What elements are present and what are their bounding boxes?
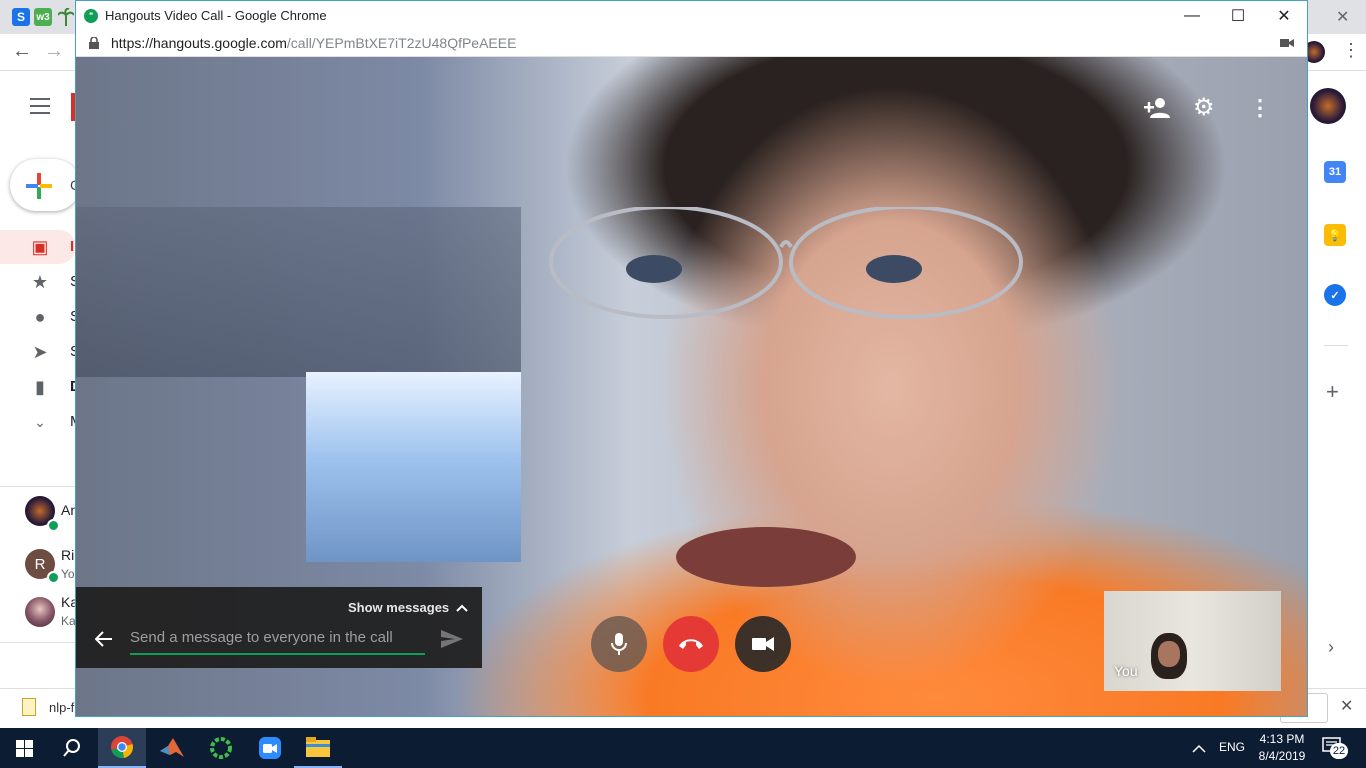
- message-input[interactable]: Send a message to everyone in the call: [130, 627, 425, 655]
- search-icon[interactable]: [48, 728, 96, 768]
- more-chevron-icon[interactable]: ⌄: [28, 410, 52, 434]
- chrome-taskbar-icon[interactable]: [98, 728, 146, 768]
- divider: [0, 642, 76, 643]
- star-icon[interactable]: ★: [28, 270, 52, 294]
- settings-gear-icon[interactable]: ⚙: [1193, 93, 1215, 122]
- toggle-camera-button[interactable]: [735, 616, 791, 672]
- back-arrow-icon[interactable]: [95, 631, 113, 647]
- remote-video-feed: ⚙ ⋮ Show messages Send a message to ever…: [76, 57, 1307, 716]
- compose-plus-icon: [26, 173, 52, 199]
- hang-up-phone-icon: [679, 639, 703, 649]
- chevron-up-icon: [456, 604, 468, 612]
- close-window-icon[interactable]: ✕: [1336, 7, 1349, 27]
- avatar[interactable]: [25, 597, 55, 627]
- palm-tree-icon[interactable]: [57, 7, 75, 26]
- video-camera-icon: [752, 637, 774, 651]
- loading-ring-icon[interactable]: [197, 728, 245, 768]
- glasses: [516, 205, 1086, 342]
- window-title: Hangouts Video Call - Google Chrome: [105, 8, 327, 23]
- show-messages-button[interactable]: Show messages: [348, 600, 468, 615]
- system-tray-chevron-icon[interactable]: [1192, 740, 1206, 758]
- clock-date: 8/4/2019: [1258, 749, 1306, 763]
- notification-count-badge: 22: [1330, 743, 1348, 759]
- clock-icon[interactable]: ●: [28, 305, 52, 329]
- message-panel: Show messages Send a message to everyone…: [76, 587, 482, 668]
- self-view-label: You: [1114, 663, 1138, 679]
- background-cabinet: [76, 207, 521, 377]
- zoom-icon[interactable]: [246, 728, 294, 768]
- close-icon[interactable]: ✕: [1261, 1, 1307, 30]
- chevron-right-icon[interactable]: ›: [1328, 637, 1334, 658]
- online-dot: [47, 571, 60, 584]
- matlab-icon[interactable]: [148, 728, 196, 768]
- add-person-icon[interactable]: [1144, 97, 1170, 119]
- close-download-bar-icon[interactable]: ✕: [1340, 696, 1353, 716]
- contact-status: Yo: [61, 567, 75, 581]
- notifications-icon[interactable]: 22: [1322, 737, 1348, 760]
- hang-up-button[interactable]: [663, 616, 719, 672]
- account-avatar[interactable]: [1310, 88, 1346, 124]
- taskbar: ENG 4:13 PM 8/4/2019 22: [0, 728, 1366, 768]
- clock[interactable]: 4:13 PM 8/4/2019: [1252, 731, 1312, 765]
- input-language[interactable]: ENG: [1219, 740, 1245, 754]
- camera-in-use-icon[interactable]: [1280, 38, 1294, 48]
- contact-name[interactable]: Ri: [61, 547, 74, 563]
- mute-microphone-button[interactable]: [591, 616, 647, 672]
- message-placeholder: Send a message to everyone in the call: [130, 629, 393, 646]
- maximize-icon[interactable]: ☐: [1215, 1, 1261, 30]
- title-bar: ❝ Hangouts Video Call - Google Chrome — …: [76, 1, 1307, 30]
- windows-start-icon[interactable]: [0, 728, 48, 768]
- draft-icon[interactable]: ▮: [28, 375, 52, 399]
- inbox-icon: ▣: [31, 236, 49, 257]
- add-addon-icon[interactable]: +: [1326, 379, 1339, 405]
- online-dot: [47, 519, 60, 532]
- file-explorer-icon[interactable]: [294, 728, 342, 768]
- self-view-face: [1158, 641, 1180, 667]
- url-path: /call/YEPmBtXE7iT2zU48QfPeAEEE: [286, 35, 517, 51]
- self-view-video[interactable]: You: [1104, 591, 1281, 691]
- contact-status: Ka: [61, 614, 76, 628]
- zip-file-icon: [22, 698, 36, 716]
- clock-time: 4:13 PM: [1259, 732, 1305, 746]
- show-messages-label: Show messages: [348, 600, 450, 615]
- menu-dots-icon[interactable]: ⋮: [1342, 40, 1360, 61]
- hangouts-window: ❝ Hangouts Video Call - Google Chrome — …: [75, 0, 1308, 717]
- compose-button[interactable]: C: [10, 159, 80, 211]
- mouth: [676, 527, 856, 587]
- favicon-w3[interactable]: w3: [34, 8, 52, 26]
- send-message-icon[interactable]: [441, 630, 463, 648]
- divider: [0, 486, 76, 487]
- tasks-icon[interactable]: ✓: [1324, 284, 1346, 306]
- calendar-icon[interactable]: 31: [1324, 161, 1346, 183]
- address-bar[interactable]: https://hangouts.google.com/call/YEPmBtX…: [76, 30, 1307, 57]
- back-icon[interactable]: ←: [12, 40, 32, 63]
- more-options-icon[interactable]: ⋮: [1249, 95, 1271, 121]
- lock-icon: [89, 37, 99, 49]
- send-icon[interactable]: ➤: [28, 340, 52, 364]
- hamburger-icon[interactable]: [30, 98, 50, 114]
- url-host: https://hangouts.google.com: [111, 35, 287, 51]
- background-window-light: [306, 372, 521, 562]
- divider: [1324, 345, 1348, 346]
- favicon-s[interactable]: S: [12, 8, 30, 26]
- keep-icon[interactable]: 💡: [1324, 224, 1346, 246]
- nav-label-inbox: I: [70, 238, 75, 255]
- forward-icon[interactable]: →: [44, 40, 64, 63]
- hangouts-logo-icon: ❝: [84, 8, 98, 23]
- microphone-icon: [611, 633, 627, 655]
- download-filename[interactable]: nlp-f: [49, 700, 74, 715]
- minimize-icon[interactable]: —: [1169, 1, 1215, 30]
